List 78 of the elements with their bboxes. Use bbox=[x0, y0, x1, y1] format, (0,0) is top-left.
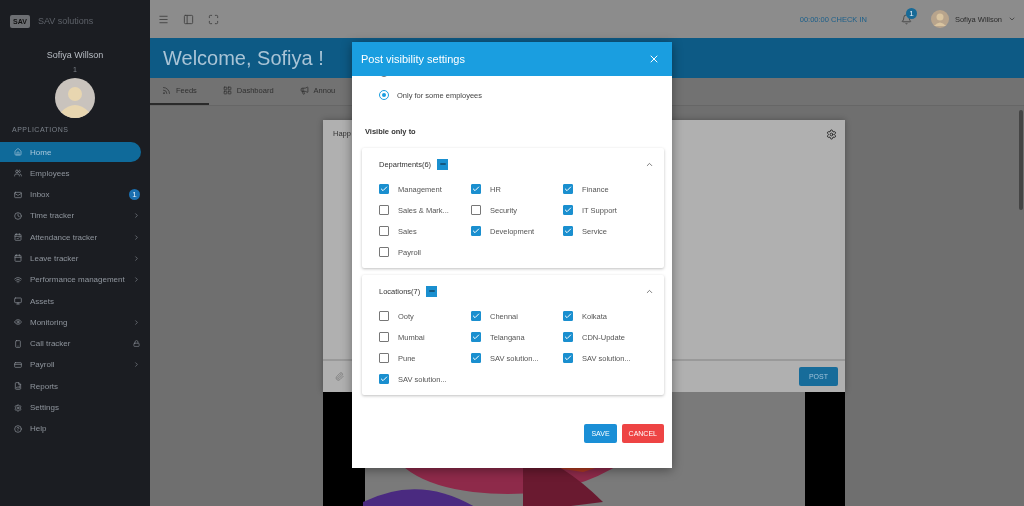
caret-icon[interactable] bbox=[1008, 15, 1016, 23]
select-all-checkbox[interactable] bbox=[437, 158, 449, 170]
sidebar-item[interactable]: Time tracker bbox=[0, 205, 150, 226]
paperclip-icon[interactable] bbox=[335, 372, 344, 381]
checkbox[interactable] bbox=[471, 226, 481, 236]
chevron-right-icon bbox=[133, 233, 140, 241]
checkbox[interactable] bbox=[379, 226, 389, 236]
fullscreen-icon[interactable] bbox=[208, 13, 219, 25]
sidebar-item[interactable]: Payroll bbox=[0, 354, 150, 375]
chevron-right-icon bbox=[133, 276, 140, 284]
close-button[interactable] bbox=[648, 53, 660, 65]
home-icon bbox=[14, 148, 22, 156]
sidebar-item[interactable]: Help bbox=[0, 418, 150, 439]
eye-icon bbox=[14, 318, 22, 327]
checkbox[interactable] bbox=[563, 332, 573, 342]
clock-icon bbox=[14, 211, 22, 220]
avatar bbox=[930, 10, 949, 28]
checkbox[interactable] bbox=[471, 353, 481, 363]
sidebar-item[interactable]: Performance management bbox=[0, 269, 150, 290]
scrollbar[interactable] bbox=[1019, 110, 1023, 210]
checkbox[interactable] bbox=[563, 205, 573, 215]
checkbox[interactable] bbox=[563, 184, 573, 194]
sidebar-item[interactable]: Inbox 1 bbox=[0, 184, 150, 205]
checkbox[interactable] bbox=[471, 332, 481, 342]
menu-icon[interactable] bbox=[158, 13, 169, 25]
sidebar-item[interactable]: Attendance tracker bbox=[0, 227, 150, 248]
sidebar-item[interactable]: Assets bbox=[0, 291, 150, 312]
card-icon bbox=[14, 360, 22, 369]
dialog-title: Post visibility settings bbox=[361, 53, 465, 65]
sidebar-item[interactable]: Leave tracker bbox=[0, 248, 150, 269]
notification-button[interactable]: 1 bbox=[900, 7, 917, 25]
count-badge: 1 bbox=[129, 189, 140, 201]
phone-icon bbox=[14, 339, 22, 348]
settings-icon bbox=[14, 403, 22, 412]
chevron-right-icon bbox=[133, 318, 140, 326]
chevron-right-icon bbox=[133, 212, 140, 220]
minus-icon bbox=[427, 287, 436, 295]
wifi-icon bbox=[14, 275, 22, 284]
sidebar-item[interactable]: Monitoring bbox=[0, 312, 150, 333]
report-icon bbox=[14, 382, 22, 391]
checkbox[interactable] bbox=[471, 311, 481, 321]
user-name: Sofiya Willson bbox=[45, 50, 105, 60]
checkbox[interactable] bbox=[563, 311, 573, 321]
checkbox[interactable] bbox=[563, 226, 573, 236]
sidebar-item[interactable]: Employees bbox=[0, 163, 150, 184]
settings-icon[interactable] bbox=[826, 129, 837, 140]
people-icon bbox=[14, 169, 22, 178]
chevron-right-icon bbox=[133, 361, 140, 369]
monitor-icon bbox=[14, 297, 22, 306]
grid-icon bbox=[222, 86, 232, 95]
checkbox[interactable] bbox=[379, 353, 389, 363]
mail-icon bbox=[14, 190, 22, 199]
checkbox[interactable] bbox=[471, 184, 481, 194]
help-icon bbox=[14, 424, 22, 433]
lock-icon bbox=[133, 340, 140, 348]
checkbox[interactable] bbox=[379, 205, 389, 215]
checkbox[interactable] bbox=[379, 184, 389, 194]
megaphone-icon bbox=[299, 86, 309, 95]
sidebar-item[interactable]: Settings bbox=[0, 397, 150, 418]
calendar-icon bbox=[14, 254, 22, 263]
panel-icon[interactable] bbox=[183, 13, 194, 25]
brand-name: SAV solutions bbox=[38, 16, 94, 26]
checkbox[interactable] bbox=[563, 353, 573, 363]
calendar-check-icon bbox=[14, 233, 22, 242]
minus-icon bbox=[438, 160, 447, 168]
checkbox[interactable] bbox=[379, 247, 389, 257]
sidebar-item[interactable]: Call tracker bbox=[0, 333, 150, 354]
welcome-title: Welcome, Sofiya ! bbox=[163, 46, 324, 70]
checkbox[interactable] bbox=[379, 374, 389, 384]
checkbox[interactable] bbox=[379, 332, 389, 342]
sidebar-item[interactable]: Home bbox=[0, 142, 141, 162]
avatar bbox=[55, 78, 95, 118]
rss-icon bbox=[162, 86, 171, 95]
select-all-checkbox[interactable] bbox=[426, 285, 438, 297]
checkbox[interactable] bbox=[379, 311, 389, 321]
sidebar-item[interactable]: Reports bbox=[0, 376, 150, 397]
chevron-right-icon bbox=[133, 255, 140, 262]
checkbox[interactable] bbox=[471, 205, 481, 215]
